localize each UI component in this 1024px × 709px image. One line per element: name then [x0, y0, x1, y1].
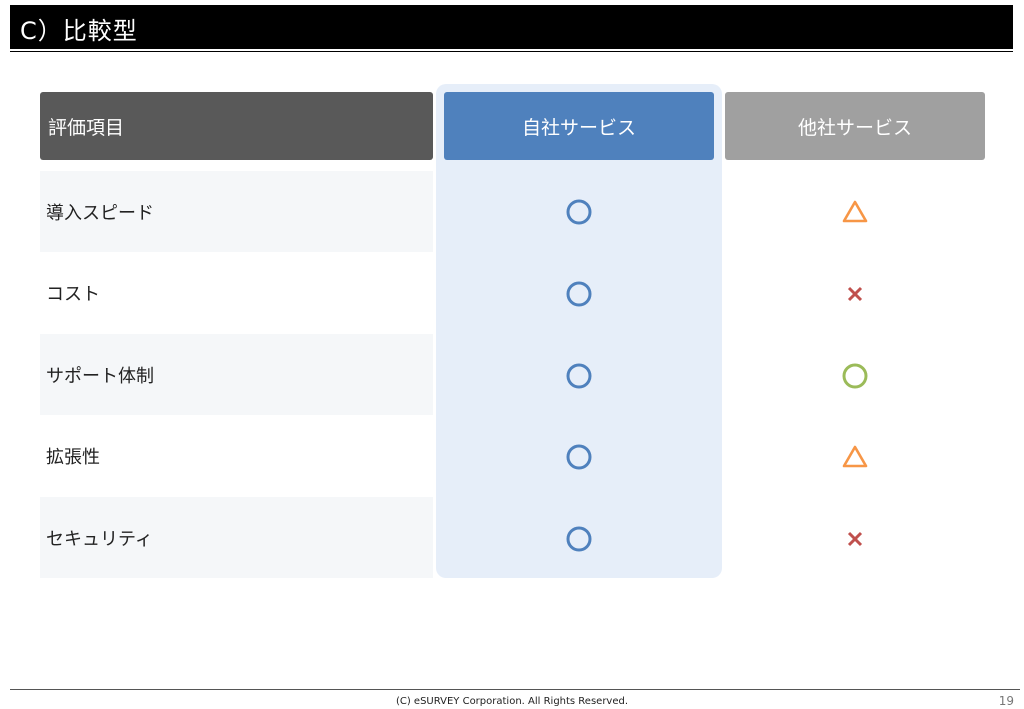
own-circle-mark-icon [564, 361, 594, 391]
page-title: C）比較型 [20, 17, 138, 45]
other-cross-mark-icon [840, 524, 870, 554]
other-triangle-mark-icon [840, 442, 870, 472]
header-other-service: 他社サービス [725, 92, 985, 160]
other-circle-mark-icon [840, 361, 870, 391]
page-number: 19 [998, 694, 1014, 708]
row-label: コスト [46, 283, 100, 305]
header-evaluation-item: 評価項目 [40, 92, 433, 160]
own-circle-mark-icon [564, 197, 594, 227]
other-cross-mark-icon [840, 279, 870, 309]
other-triangle-mark-icon [840, 197, 870, 227]
own-circle-mark-icon [564, 442, 594, 472]
own-circle-mark-icon [564, 279, 594, 309]
own-circle-mark-icon [564, 524, 594, 554]
row-label: サポート体制 [40, 334, 433, 415]
row-label: 拡張性 [46, 446, 100, 468]
title-bar: C）比較型 [10, 5, 1013, 52]
copyright-text: (C) eSURVEY Corporation. All Rights Rese… [395, 696, 629, 707]
header-own-service: 自社サービス [444, 92, 714, 160]
row-label: 導入スピード [40, 171, 433, 252]
footer-divider [10, 689, 1020, 690]
row-label: セキュリティ [40, 497, 433, 578]
